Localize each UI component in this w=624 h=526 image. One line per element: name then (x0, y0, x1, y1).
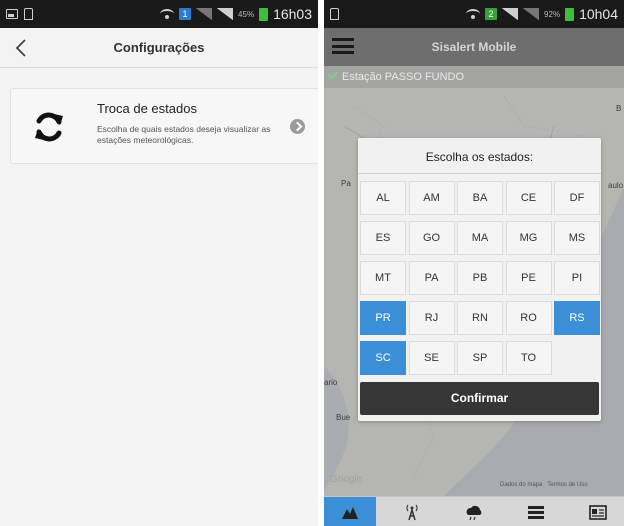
state-option-rn[interactable]: RN (457, 301, 503, 335)
state-option-ma[interactable]: MA (457, 221, 503, 255)
weather-cloud-icon (466, 505, 482, 521)
bottom-nav (324, 496, 624, 526)
arrow-left-icon[interactable] (12, 38, 32, 58)
news-icon (589, 505, 607, 520)
check-icon (327, 68, 339, 80)
state-option-am[interactable]: AM (408, 181, 455, 215)
map-label: Bue (336, 413, 351, 422)
nav-news[interactable] (572, 497, 624, 526)
state-option-pe[interactable]: PE (505, 261, 552, 295)
state-option-sc[interactable]: SC (360, 341, 406, 375)
app-title: Sisalert Mobile (431, 40, 517, 54)
state-option-ba[interactable]: BA (457, 181, 503, 215)
nav-map[interactable] (324, 497, 376, 526)
status-time: 16h03 (273, 6, 312, 22)
map-label: ario (324, 378, 338, 387)
nav-stations[interactable] (386, 497, 438, 526)
state-option-pb[interactable]: PB (457, 261, 503, 295)
map-label: B (616, 104, 622, 113)
state-option-es[interactable]: ES (360, 221, 406, 255)
state-option-ms[interactable]: MS (554, 221, 600, 255)
chevron-right-icon (290, 119, 305, 134)
state-option-al[interactable]: AL (360, 181, 406, 215)
sync-icon (35, 112, 63, 142)
settings-item-troca-de-estados[interactable]: Troca de estados Escolha de quais estado… (10, 88, 318, 164)
usb-icon (24, 8, 33, 20)
signal-icon (523, 8, 540, 20)
map-icon (342, 507, 358, 519)
settings-item-description: Escolha de quais estados deseja visualiz… (97, 124, 271, 145)
settings-screen: 1 45% 16h03 Configurações Troca de estad… (0, 0, 318, 526)
state-option-ce[interactable]: CE (505, 181, 552, 215)
map-attribution[interactable]: Dados do mapa Termos de Uso (500, 482, 588, 488)
state-option-sp[interactable]: SP (457, 341, 503, 375)
nav-list[interactable] (510, 497, 562, 526)
battery-percent: 45% (238, 9, 255, 19)
dialog-divider (358, 173, 601, 174)
state-option-go[interactable]: GO (408, 221, 455, 255)
state-option-pi[interactable]: PI (554, 261, 600, 295)
state-option-df[interactable]: DF (554, 181, 600, 215)
nav-weather[interactable] (448, 497, 500, 526)
status-time: 10h04 (579, 6, 618, 22)
signal-icon (502, 8, 519, 20)
usb-icon (330, 8, 339, 20)
sim-badge: 2 (485, 8, 498, 20)
battery-icon (259, 7, 269, 21)
hamburger-menu-icon[interactable] (332, 38, 354, 54)
station-label: Estação PASSO FUNDO (342, 71, 465, 83)
state-option-rj[interactable]: RJ (408, 301, 455, 335)
page-title: Configurações (113, 40, 205, 55)
state-option-pr[interactable]: PR (360, 301, 406, 335)
wifi-icon (160, 9, 175, 19)
battery-icon (565, 7, 575, 21)
app-bar: Configurações (0, 28, 318, 68)
sisalert-map-screen: 2 92% 10h04 Sisalert Mobile Estação PASS… (324, 0, 624, 526)
signal-icon (217, 8, 234, 20)
status-bar: 1 45% 16h03 (0, 0, 318, 28)
list-icon (528, 506, 544, 519)
signal-icon (196, 8, 213, 20)
confirm-button[interactable]: Confirmar (360, 382, 599, 415)
settings-item-title: Troca de estados (97, 101, 197, 116)
app-bar: Sisalert Mobile (324, 28, 624, 66)
image-notification-icon (6, 9, 18, 19)
wifi-icon (466, 9, 481, 19)
state-option-rs[interactable]: RS (554, 301, 600, 335)
battery-percent: 92% (544, 9, 561, 19)
status-bar: 2 92% 10h04 (324, 0, 624, 28)
state-selection-dialog: Escolha os estados: AL AM BA CE DF ES GO MA MG MS… (358, 138, 601, 421)
dialog-title: Escolha os estados: (425, 150, 534, 164)
map-label: aulo (608, 181, 624, 190)
state-option-pa[interactable]: PA (408, 261, 455, 295)
state-option-ro[interactable]: RO (505, 301, 552, 335)
google-logo: Google (330, 474, 363, 485)
state-option-to[interactable]: TO (505, 341, 552, 375)
state-option-mt[interactable]: MT (360, 261, 406, 295)
station-bar: Estação PASSO FUNDO (324, 66, 624, 88)
state-option-se[interactable]: SE (408, 341, 455, 375)
map-label: Pa (341, 179, 351, 188)
state-option-mg[interactable]: MG (505, 221, 552, 255)
sim-badge: 1 (179, 8, 192, 20)
antenna-station-icon (406, 504, 418, 521)
